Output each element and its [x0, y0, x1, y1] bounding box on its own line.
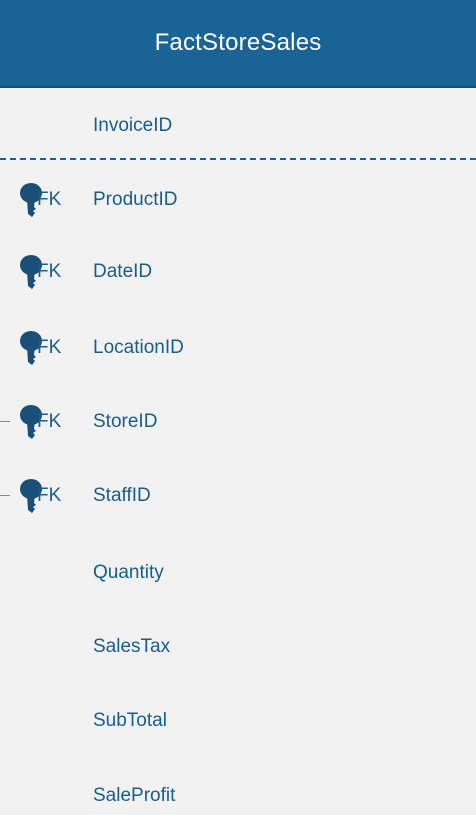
relationship-connector: [0, 421, 10, 422]
field-name: SubTotal: [93, 710, 167, 731]
field-name: LocationID: [93, 337, 184, 358]
fk-label: FK: [37, 411, 62, 432]
field-row-salestax[interactable]: SalesTax: [0, 622, 476, 672]
field-row-invoiceid[interactable]: InvoiceID: [0, 101, 476, 151]
entity-title: FactStoreSales: [154, 29, 322, 56]
entity-table-factstoresales[interactable]: FactStoreSales InvoiceID FK ProductID FK…: [0, 0, 476, 815]
field-row-quantity[interactable]: Quantity: [0, 548, 476, 598]
relationship-connector: [0, 495, 10, 496]
field-row-productid[interactable]: FK ProductID: [0, 175, 476, 225]
field-row-saleprofit[interactable]: SaleProfit: [0, 771, 476, 821]
fk-label: FK: [37, 189, 62, 210]
fk-label: FK: [37, 337, 62, 358]
field-row-storeid[interactable]: FK StoreID: [0, 397, 476, 447]
field-name: StoreID: [93, 411, 158, 432]
field-row-subtotal[interactable]: SubTotal: [0, 696, 476, 746]
fk-label: FK: [37, 485, 62, 506]
field-name: Quantity: [93, 562, 164, 583]
field-row-staffid[interactable]: FK StaffID: [0, 471, 476, 521]
field-row-dateid[interactable]: FK DateID: [0, 247, 476, 297]
field-name: ProductID: [93, 189, 178, 210]
entity-header[interactable]: FactStoreSales: [0, 0, 476, 88]
field-name: SaleProfit: [93, 785, 176, 806]
field-row-locationid[interactable]: FK LocationID: [0, 323, 476, 373]
fk-label: FK: [37, 261, 62, 282]
field-name: StaffID: [93, 485, 151, 506]
field-name: SalesTax: [93, 636, 171, 657]
field-name: DateID: [93, 261, 153, 282]
primary-key-divider: [0, 158, 476, 160]
field-name: InvoiceID: [93, 115, 173, 136]
